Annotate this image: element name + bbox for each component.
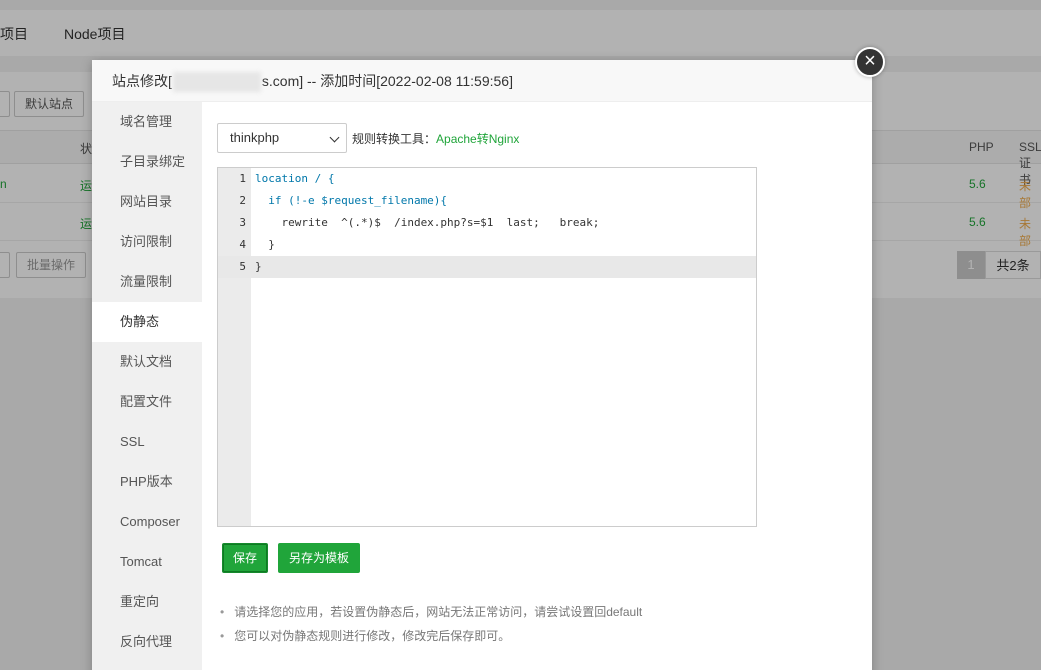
code-text: location / { — [255, 172, 335, 185]
sidebar-item-config-file[interactable]: 配置文件 — [92, 382, 202, 422]
rewrite-code-editor[interactable]: 1 location / { 2 if (!-e $request_filena… — [217, 167, 757, 527]
sidebar-item-access-limit[interactable]: 访问限制 — [92, 222, 202, 262]
convert-tool-text: 规则转换工具： — [352, 132, 437, 146]
tip-item: 您可以对伪静态规则进行修改，修改完后保存即可。 — [220, 624, 642, 648]
sidebar-item-site-dir[interactable]: 网站目录 — [92, 182, 202, 222]
sidebar-item-reverse-proxy[interactable]: 反向代理 — [92, 622, 202, 662]
redacted-domain — [172, 72, 261, 93]
save-button[interactable]: 保存 — [222, 543, 268, 573]
sidebar-item-default-doc[interactable]: 默认文档 — [92, 342, 202, 382]
code-text: } — [255, 238, 275, 251]
chevron-down-icon — [329, 132, 340, 143]
convert-tool-label: 规则转换工具：Apache转Nginx — [352, 130, 519, 147]
modal-title-prefix: 站点修改[ — [112, 73, 172, 89]
modal-title: 站点修改[ s.com] -- 添加时间[2022-02-08 11:59:56] — [92, 60, 872, 102]
code-line: 4 } — [218, 234, 756, 256]
site-edit-modal: 站点修改[ s.com] -- 添加时间[2022-02-08 11:59:56]… — [92, 60, 872, 670]
sidebar-item-subdir-bind[interactable]: 子目录绑定 — [92, 142, 202, 182]
save-as-template-button[interactable]: 另存为模板 — [278, 543, 360, 573]
code-text: rewrite ^(.*)$ /index.php?s=$1 last; bre… — [255, 216, 600, 229]
modal-sidebar: 域名管理 子目录绑定 网站目录 访问限制 流量限制 伪静态 默认文档 配置文件 … — [92, 102, 202, 670]
sidebar-item-domain[interactable]: 域名管理 — [92, 102, 202, 142]
apache-to-nginx-link[interactable]: Apache转Nginx — [436, 132, 519, 146]
line-number: 4 — [239, 238, 246, 251]
sidebar-item-php-version[interactable]: PHP版本 — [92, 462, 202, 502]
line-number: 2 — [239, 194, 246, 207]
code-text: } — [255, 260, 262, 273]
rewrite-panel: thinkphp 规则转换工具：Apache转Nginx 1 location … — [202, 102, 872, 670]
code-line: 3 rewrite ^(.*)$ /index.php?s=$1 last; b… — [218, 212, 756, 234]
code-line: 2 if (!-e $request_filename){ — [218, 190, 756, 212]
sidebar-item-tomcat[interactable]: Tomcat — [92, 542, 202, 582]
close-icon[interactable]: × — [855, 47, 885, 77]
code-line-current: 5 } — [218, 256, 756, 278]
code-text: if (!-e $request_filename){ — [255, 194, 448, 207]
sidebar-item-rewrite[interactable]: 伪静态 — [92, 302, 202, 342]
line-number: 1 — [239, 172, 246, 185]
sidebar-item-ssl[interactable]: SSL — [92, 422, 202, 462]
code-line: 1 location / { — [218, 168, 756, 190]
sidebar-item-traffic-limit[interactable]: 流量限制 — [92, 262, 202, 302]
line-number: 3 — [239, 216, 246, 229]
select-value: thinkphp — [230, 130, 280, 145]
modal-title-suffix: s.com] -- 添加时间[2022-02-08 11:59:56] — [261, 73, 513, 89]
sidebar-item-redirect[interactable]: 重定向 — [92, 582, 202, 622]
line-number: 5 — [239, 260, 246, 273]
tip-item: 请选择您的应用，若设置伪静态后，网站无法正常访问，请尝试设置回default — [220, 600, 642, 624]
sidebar-item-composer[interactable]: Composer — [92, 502, 202, 542]
rewrite-template-select[interactable]: thinkphp — [217, 123, 347, 153]
tips-list: 请选择您的应用，若设置伪静态后，网站无法正常访问，请尝试设置回default 您… — [220, 600, 642, 648]
